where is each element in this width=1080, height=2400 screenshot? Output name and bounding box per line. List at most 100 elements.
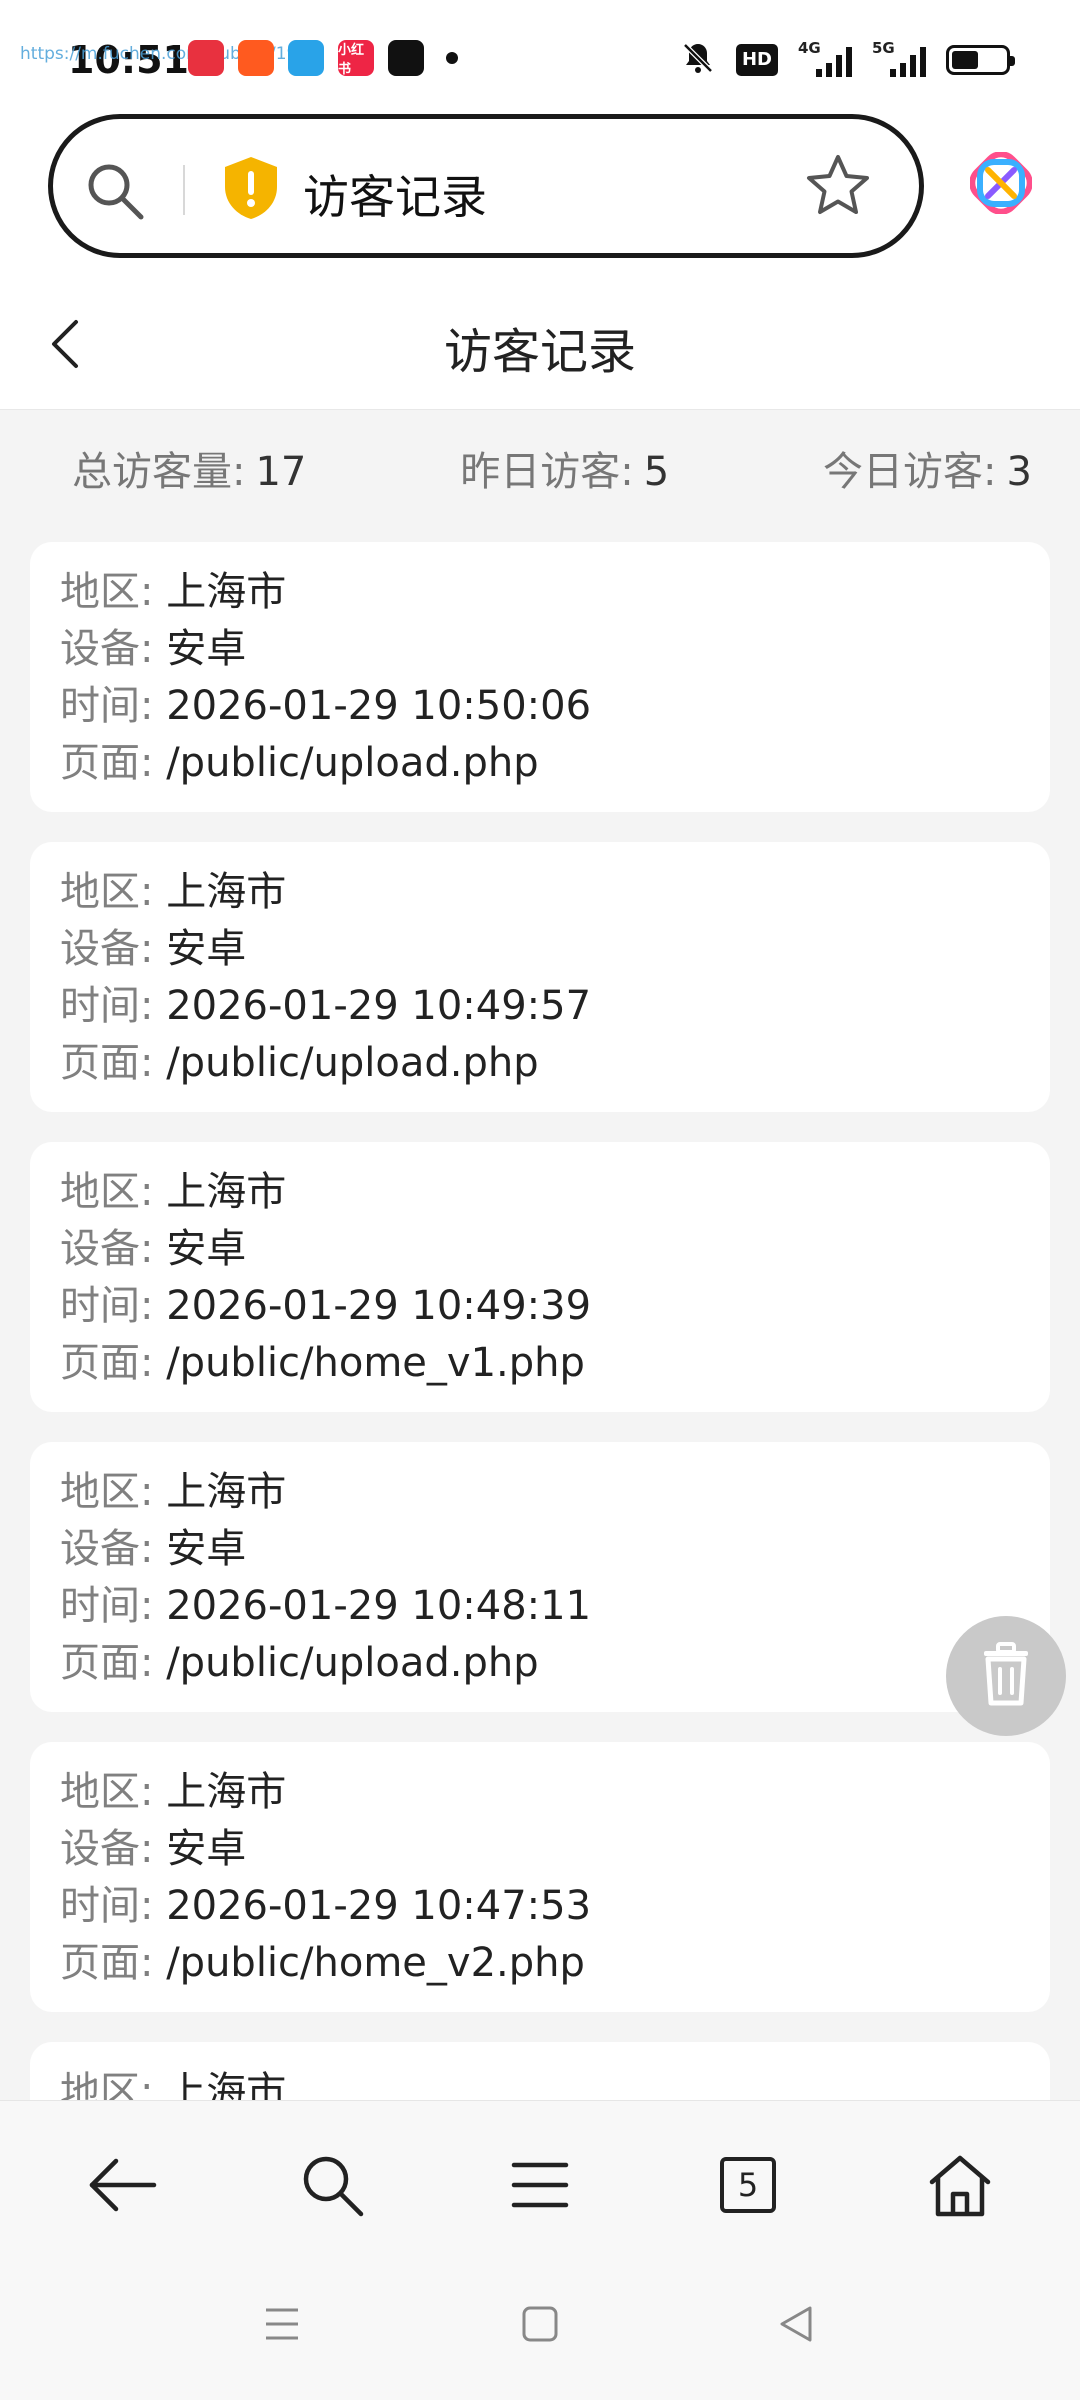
record-page-label: 页面: <box>60 740 167 786</box>
record-page-label: 页面: <box>60 1940 167 1986</box>
delete-records-button[interactable] <box>946 1616 1066 1736</box>
record-device-row: 设备: 安卓 <box>60 1521 1020 1578</box>
record-device-row: 设备: 安卓 <box>60 1821 1020 1878</box>
status-bar: 10:51 https://m.fuchen.com/public/i/1933… <box>0 0 1080 112</box>
xiaohongshu-icon: 小红书 <box>338 40 374 77</box>
address-bar[interactable]: 访客记录 <box>48 114 924 258</box>
system-back-icon[interactable] <box>776 2304 816 2348</box>
record-region-label: 地区: <box>60 1169 167 1215</box>
record-device-label: 设备: <box>60 626 167 672</box>
mute-bell-icon <box>680 40 716 80</box>
record-time-label: 时间: <box>60 683 167 729</box>
system-recents-icon[interactable] <box>262 2304 302 2348</box>
nav-search-icon[interactable] <box>296 2149 368 2221</box>
record-region-value: 上海市 <box>166 569 287 615</box>
nav-back-arrow-icon[interactable] <box>86 2149 158 2221</box>
record-time-value: 2026-01-29 10:48:11 <box>166 1583 592 1629</box>
page-header: 访客记录 <box>0 272 1080 410</box>
record-device-value: 安卓 <box>166 1526 247 1572</box>
battery-icon <box>946 45 1015 75</box>
browser-menu-logo-icon[interactable] <box>969 151 1033 218</box>
record-region-label: 地区: <box>60 1769 167 1815</box>
stat-total: 总访客量: 17 <box>72 449 307 495</box>
record-page-row: 页面: /public/home_v1.php <box>60 1335 1020 1392</box>
nav-menu-icon[interactable] <box>504 2149 576 2221</box>
record-region-value: 上海市 <box>166 2069 287 2102</box>
visitor-record-card[interactable]: 地区: 上海市 设备: 安卓 时间: 2026-01-29 10:48:11 页面: … <box>30 1442 1050 1712</box>
record-time-row: 时间: 2026-01-29 10:49:57 <box>60 978 1020 1035</box>
address-page-title[interactable]: 访客记录 <box>303 161 487 227</box>
bookmark-star-icon[interactable] <box>803 151 873 225</box>
visitor-record-card[interactable]: 地区: 上海市 设备: 安卓 时间: 2026-01-29 10:50:06 页面: … <box>30 542 1050 812</box>
record-page-row: 页面: /public/upload.php <box>60 1635 1020 1692</box>
stat-yesterday: 昨日访客: 5 <box>460 449 670 495</box>
record-device-label: 设备: <box>60 1826 167 1872</box>
record-page-label: 页面: <box>60 1040 167 1086</box>
record-page-value: /public/home_v1.php <box>166 1340 585 1386</box>
record-page-value: /public/home_v2.php <box>166 1940 585 1986</box>
record-region-row: 地区: 上海市 <box>60 2064 1020 2102</box>
record-region-label: 地区: <box>60 569 167 615</box>
record-device-row: 设备: 安卓 <box>60 621 1020 678</box>
security-warning-shield-icon[interactable] <box>221 155 281 225</box>
record-page-row: 页面: /public/upload.php <box>60 1035 1020 1092</box>
address-divider <box>183 165 185 215</box>
signal-5g-icon: 5G <box>872 39 926 77</box>
trash-icon <box>976 1641 1036 1711</box>
record-device-label: 设备: <box>60 1526 167 1572</box>
hd-voice-badge: HD <box>735 44 778 76</box>
record-page-row: 页面: /public/upload.php <box>60 735 1020 792</box>
record-time-value: 2026-01-29 10:49:39 <box>166 1283 592 1329</box>
visitor-record-card[interactable]: 地区: 上海市设备: 安卓时间: 2026-01-29 10:49:57 页面: … <box>30 842 1050 1112</box>
record-region-label: 地区: <box>60 1469 167 1515</box>
more-notifications-dot <box>446 52 458 64</box>
record-device-label: 设备: <box>60 1226 167 1272</box>
record-page-value: /public/upload.php <box>166 1040 539 1086</box>
status-indicators: HD 4G 5G <box>680 39 1015 80</box>
visitor-record-card[interactable]: 地区: 上海市 设备: 安卓 时间: 2026-01-29 10:49:39 页面: … <box>30 1142 1050 1412</box>
record-time-label: 时间: <box>60 1583 167 1629</box>
record-time-value: 2026-01-29 10:47:53 <box>166 1883 592 1929</box>
search-icon[interactable] <box>83 159 147 227</box>
record-time-label: 时间: <box>60 1883 167 1929</box>
nav-tabs-button[interactable]: 5 <box>712 2149 784 2221</box>
record-device-value: 安卓 <box>166 1826 247 1872</box>
nav-home-icon[interactable] <box>924 2149 996 2221</box>
record-time-row: 时间: 2026-01-29 10:47:53 <box>60 1878 1020 1935</box>
record-region-row: 地区: 上海市 <box>60 564 1020 621</box>
record-time-row: 时间: 2026-01-29 10:50:06 <box>60 678 1020 735</box>
record-time-row: 时间: 2026-01-29 10:48:11 <box>60 1578 1020 1635</box>
visitor-record-card[interactable]: 地区: 上海市 设备: 安卓 时间: 2026-01-29 10:47:53 页面: … <box>30 1742 1050 2012</box>
record-page-value: /public/upload.php <box>166 1640 539 1686</box>
record-page-row: 页面: /public/home_v2.php <box>60 1935 1020 1992</box>
douyin-icon <box>388 40 424 76</box>
record-time-value: 2026-01-29 10:50:06 <box>166 683 592 729</box>
record-page-label: 页面: <box>60 1340 167 1386</box>
record-time-label: 时间: <box>60 983 167 1029</box>
record-region-row: 地区: 上海市 <box>60 1164 1020 1221</box>
record-time-row: 时间: 2026-01-29 10:49:39 <box>60 1278 1020 1335</box>
record-region-row: 地区: 上海市 <box>60 864 1020 921</box>
record-region-label: 地区: <box>60 2069 167 2102</box>
record-region-value: 上海市 <box>166 869 287 915</box>
red-app-icon <box>188 40 224 76</box>
visitor-record-card[interactable]: 地区: 上海市设备: 时间: 页面: <box>30 2042 1050 2102</box>
qq-icon <box>288 40 324 76</box>
record-page-value: /public/upload.php <box>166 740 539 786</box>
record-time-label: 时间: <box>60 1283 167 1329</box>
system-nav-bar <box>0 2260 1080 2400</box>
record-page-label: 页面: <box>60 1640 167 1686</box>
visitor-record-list[interactable]: 地区: 上海市 设备: 安卓 时间: 2026-01-29 10:50:06 页面: … <box>30 542 1050 2102</box>
browser-bottom-nav: 5 <box>0 2100 1080 2260</box>
system-home-icon[interactable] <box>520 2304 560 2348</box>
page-title: 访客记录 <box>443 324 636 380</box>
record-device-value: 安卓 <box>166 626 247 672</box>
record-device-label: 设备: <box>60 926 167 972</box>
record-region-label: 地区: <box>60 869 167 915</box>
signal-4g-icon: 4G <box>798 39 852 77</box>
record-region-value: 上海市 <box>166 1169 287 1215</box>
kuaishou-icon <box>238 40 274 76</box>
record-device-value: 安卓 <box>166 926 247 972</box>
record-device-row: 设备: 安卓 <box>60 1221 1020 1278</box>
record-region-value: 上海市 <box>166 1769 287 1815</box>
